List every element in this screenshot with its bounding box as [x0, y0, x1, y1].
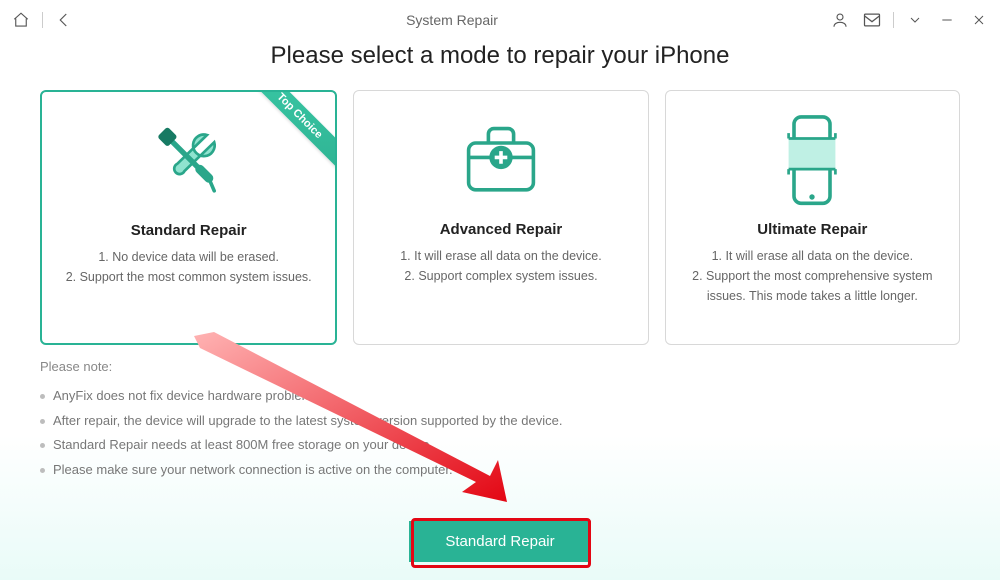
card-title: Standard Repair — [54, 222, 323, 239]
home-icon[interactable] — [10, 9, 32, 31]
close-icon[interactable] — [968, 9, 990, 31]
note-item: AnyFix does not fix device hardware prob… — [40, 384, 960, 409]
standard-repair-button[interactable]: Standard Repair — [409, 521, 590, 562]
card-advanced-repair[interactable]: Advanced Repair 1. It will erase all dat… — [353, 90, 648, 345]
note-item: Please make sure your network connection… — [40, 458, 960, 483]
tools-icon — [54, 112, 323, 212]
card-description: 1. It will erase all data on the device.… — [678, 246, 947, 306]
note-item: After repair, the device will upgrade to… — [40, 409, 960, 434]
user-icon[interactable] — [829, 9, 851, 31]
medkit-icon — [366, 111, 635, 211]
card-title: Ultimate Repair — [678, 221, 947, 238]
card-description: 1. It will erase all data on the device.… — [366, 246, 635, 286]
mode-cards: Top Choice Standard Repair 1. No device … — [0, 70, 1000, 345]
note-item: Standard Repair needs at least 800M free… — [40, 433, 960, 458]
titlebar-divider — [42, 12, 43, 28]
phone-scan-icon — [678, 111, 947, 211]
titlebar: System Repair — [0, 0, 1000, 40]
cta-area: Standard Repair — [0, 521, 1000, 562]
card-title: Advanced Repair — [366, 221, 635, 238]
back-icon[interactable] — [53, 9, 75, 31]
chevron-down-icon[interactable] — [904, 9, 926, 31]
card-ultimate-repair[interactable]: Ultimate Repair 1. It will erase all dat… — [665, 90, 960, 345]
window-title: System Repair — [75, 12, 829, 28]
minimize-icon[interactable] — [936, 9, 958, 31]
page-title: Please select a mode to repair your iPho… — [0, 42, 1000, 70]
notes-section: Please note: AnyFix does not fix device … — [0, 345, 1000, 483]
notes-list: AnyFix does not fix device hardware prob… — [40, 384, 960, 483]
card-description: 1. No device data will be erased. 2. Sup… — [54, 247, 323, 287]
card-standard-repair[interactable]: Top Choice Standard Repair 1. No device … — [40, 90, 337, 345]
titlebar-divider-2 — [893, 12, 894, 28]
mail-icon[interactable] — [861, 9, 883, 31]
notes-label: Please note: — [40, 359, 960, 374]
